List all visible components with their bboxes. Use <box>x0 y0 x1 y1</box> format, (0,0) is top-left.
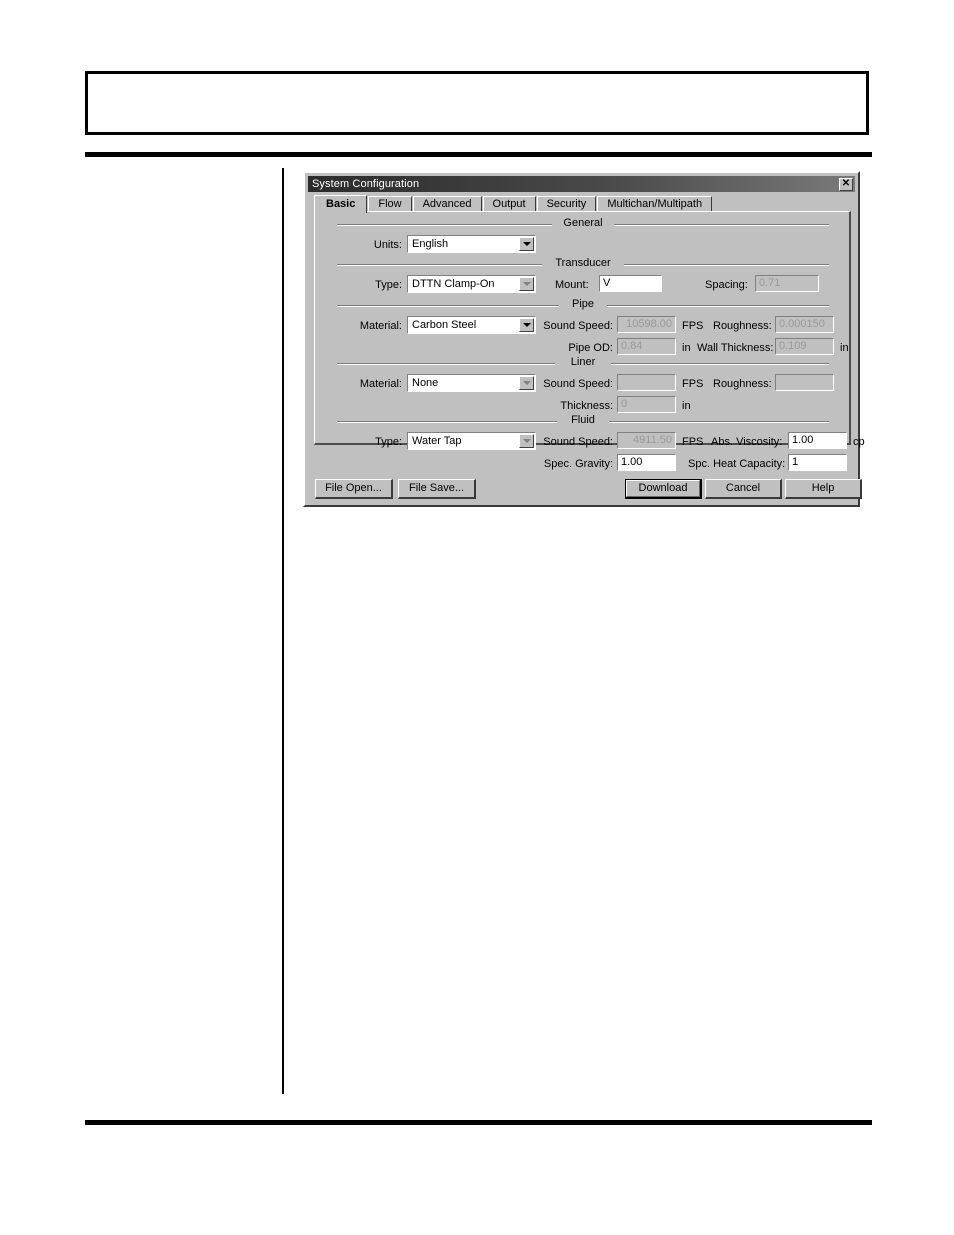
chevron-down-icon <box>519 237 534 251</box>
transducer-mount-input[interactable]: V <box>599 275 662 292</box>
page-header-box <box>85 71 869 135</box>
dialog-titlebar: System Configuration ✕ <box>308 176 855 192</box>
fluid-type-select[interactable]: Water Tap <box>407 432 536 450</box>
liner-roughness-label: Roughness: <box>713 378 772 390</box>
dialog-title: System Configuration <box>312 178 420 190</box>
pipe-od-unit: in <box>682 342 691 354</box>
fluid-gravity-label: Spec. Gravity: <box>543 458 613 470</box>
fluid-gravity-input[interactable]: 1.00 <box>617 454 676 471</box>
fluid-viscosity-unit: cp <box>853 436 865 448</box>
tab-multichan-multipath[interactable]: Multichan/Multipath <box>597 196 713 212</box>
chevron-down-icon <box>519 318 534 332</box>
units-label: Units: <box>373 239 402 251</box>
pipe-material-label: Material: <box>359 320 402 332</box>
liner-material-value: None <box>412 377 439 389</box>
liner-material-select[interactable]: None <box>407 374 536 392</box>
download-button-label: Download <box>626 480 700 497</box>
fluid-sound-speed-input: 4911.50 <box>617 432 676 449</box>
pipe-material-value: Carbon Steel <box>412 319 477 331</box>
pipe-sound-speed-input: 10598.00 <box>617 316 676 333</box>
fluid-sound-speed-label: Sound Speed: <box>543 436 613 448</box>
cancel-button[interactable]: Cancel <box>705 479 782 499</box>
tab-security[interactable]: Security <box>536 196 597 212</box>
fluid-heat-capacity-label: Spc. Heat Capacity: <box>688 458 786 470</box>
transducer-mount-label: Mount: <box>555 279 589 291</box>
group-fluid: Fluid <box>337 414 829 426</box>
chevron-down-icon <box>519 277 534 291</box>
help-button[interactable]: Help <box>785 479 862 499</box>
pipe-od-label: Pipe OD: <box>568 342 613 354</box>
liner-material-label: Material: <box>359 378 402 390</box>
units-select[interactable]: English <box>407 235 536 253</box>
tab-strip: Basic Flow Advanced Output Security Mult… <box>314 195 849 213</box>
fluid-sound-speed-unit: FPS <box>682 436 704 448</box>
file-save-button[interactable]: File Save... <box>398 479 476 499</box>
system-configuration-dialog: System Configuration ✕ Basic Flow Advanc… <box>303 171 865 507</box>
group-transducer: Transducer <box>337 257 829 269</box>
pipe-sound-speed-label: Sound Speed: <box>543 320 613 332</box>
liner-sound-speed-label: Sound Speed: <box>543 378 613 390</box>
pipe-wall-thickness-label: Wall Thickness: <box>697 342 774 354</box>
transducer-type-label: Type: <box>375 279 402 291</box>
liner-sound-speed-unit: FPS <box>682 378 704 390</box>
group-pipe: Pipe <box>337 298 829 310</box>
transducer-type-select[interactable]: DTTN Clamp-On <box>407 275 536 293</box>
liner-thickness-label: Thickness: <box>560 400 613 412</box>
pipe-sound-speed-unit: FPS <box>682 320 704 332</box>
pipe-od-input: 0.84 <box>617 338 676 355</box>
pipe-material-select[interactable]: Carbon Steel <box>407 316 536 334</box>
tab-flow[interactable]: Flow <box>368 196 412 212</box>
liner-sound-speed-input <box>617 374 676 391</box>
pipe-wall-thickness-unit: in <box>840 342 849 354</box>
pipe-wall-thickness-input: 0.109 <box>775 338 834 355</box>
chevron-down-icon <box>519 434 534 448</box>
tab-basic[interactable]: Basic <box>314 195 368 213</box>
download-button[interactable]: Download <box>625 479 702 499</box>
transducer-spacing-label: Spacing: <box>705 279 748 291</box>
liner-thickness-input: 0 <box>617 396 676 413</box>
fluid-viscosity-label: Abs. Viscosity: <box>711 436 783 448</box>
fluid-type-label: Type: <box>375 436 402 448</box>
column-divider <box>282 168 284 1094</box>
fluid-heat-capacity-input[interactable]: 1 <box>788 454 847 471</box>
fluid-viscosity-input[interactable]: 1.00 <box>788 432 847 449</box>
liner-thickness-unit: in <box>682 400 691 412</box>
header-rule <box>85 152 872 157</box>
group-pipe-caption: Pipe <box>571 298 595 310</box>
fluid-type-value: Water Tap <box>412 435 462 447</box>
pipe-roughness-input: 0.000150 <box>775 316 834 333</box>
units-value: English <box>412 238 449 250</box>
footer-rule <box>85 1120 872 1125</box>
chevron-down-icon <box>519 376 534 390</box>
group-liner: Liner <box>337 356 829 368</box>
transducer-type-value: DTTN Clamp-On <box>412 278 495 290</box>
group-general: General <box>337 217 829 229</box>
tab-advanced[interactable]: Advanced <box>412 196 482 212</box>
tab-output[interactable]: Output <box>482 196 536 212</box>
transducer-spacing-input: 0.71 <box>755 275 819 292</box>
file-open-button[interactable]: File Open... <box>315 479 393 499</box>
basic-tab-panel: General Units: English Transducer Type: … <box>314 211 865 471</box>
close-icon[interactable]: ✕ <box>839 177 853 191</box>
group-liner-caption: Liner <box>570 356 596 368</box>
group-transducer-caption: Transducer <box>555 257 611 269</box>
group-fluid-caption: Fluid <box>571 414 595 426</box>
group-general-caption: General <box>563 217 603 229</box>
pipe-roughness-label: Roughness: <box>713 320 772 332</box>
liner-roughness-input <box>775 374 834 391</box>
